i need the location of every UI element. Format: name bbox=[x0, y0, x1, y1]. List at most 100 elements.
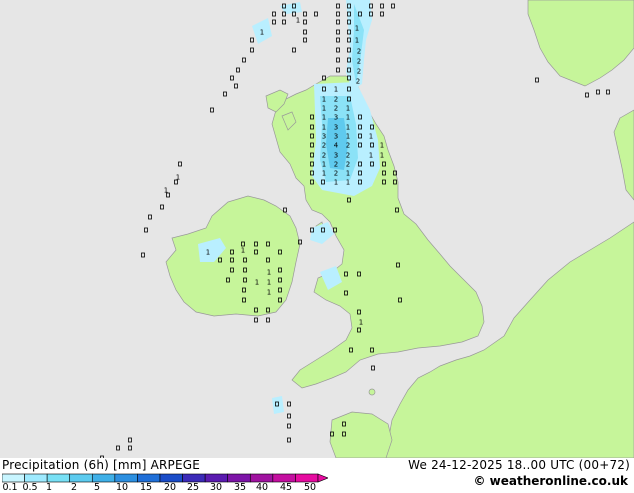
precip-value-label: 2 bbox=[346, 161, 350, 169]
precip-value-label: 1 bbox=[369, 133, 373, 141]
precip-value-label: 1 bbox=[380, 152, 384, 160]
precip-value-label: 2 bbox=[356, 78, 360, 86]
precip-value-label: 1 bbox=[322, 170, 326, 178]
precip-value-label: 2 bbox=[346, 142, 350, 150]
precip-value-label: 1 bbox=[322, 124, 326, 132]
station-marker bbox=[303, 11, 307, 17]
precip-value-label: 2 bbox=[334, 161, 338, 169]
precip-value-label: 1 bbox=[206, 249, 210, 257]
precip-value-label: 1 bbox=[334, 86, 338, 94]
station-marker bbox=[242, 57, 246, 63]
station-marker bbox=[391, 3, 395, 9]
map-area[interactable]: 1122221121211311313312422321221211111111… bbox=[0, 0, 634, 458]
station-marker bbox=[596, 89, 600, 95]
station-marker bbox=[606, 89, 610, 95]
land-great-britain bbox=[271, 75, 485, 389]
station-marker bbox=[210, 107, 214, 113]
precip-value-label: 3 bbox=[334, 152, 338, 160]
precip-value-label: 1 bbox=[322, 161, 326, 169]
legend-swatch bbox=[272, 473, 296, 483]
land-denmark bbox=[613, 109, 634, 201]
precip-value-label: 1 bbox=[359, 319, 363, 327]
precip-value-label: 2 bbox=[357, 58, 361, 66]
station-marker bbox=[148, 214, 152, 220]
station-marker bbox=[266, 317, 270, 323]
station-marker bbox=[336, 3, 340, 9]
station-marker bbox=[282, 19, 286, 25]
legend-tick-label: 40 bbox=[255, 482, 269, 493]
station-marker bbox=[234, 83, 238, 89]
station-marker bbox=[585, 92, 589, 98]
precip-value-label: 1 bbox=[346, 133, 350, 141]
land-brittany bbox=[329, 411, 393, 458]
precip-value-label: 2 bbox=[346, 152, 350, 160]
legend-labels: 0.1 0.5 1 2 5 10 15 20 25 30 35 40 45 50 bbox=[0, 482, 330, 493]
precip-value-label: 1 bbox=[355, 37, 359, 45]
legend-tick-label: 35 bbox=[233, 482, 247, 493]
precip-value-label: 2 bbox=[322, 142, 326, 150]
legend-swatch bbox=[114, 473, 138, 483]
precip-value-label: 1 bbox=[355, 25, 359, 33]
station-marker bbox=[336, 57, 340, 63]
precip-value-label: 1 bbox=[334, 179, 338, 187]
legend-tick-label: 30 bbox=[209, 482, 223, 493]
footer: Precipitation (6h) [mm] ARPEGE We 24-12-… bbox=[0, 458, 634, 493]
station-marker bbox=[380, 11, 384, 17]
station-marker bbox=[236, 67, 240, 73]
precip-value-label: 4 bbox=[334, 142, 339, 150]
legend-tick-label: 25 bbox=[186, 482, 200, 493]
precip-value-label: 2 bbox=[357, 48, 361, 56]
precip-value-label: 2 bbox=[357, 68, 361, 76]
precip-value-label: 1 bbox=[255, 279, 259, 287]
legend-tick-label: 5 bbox=[93, 482, 101, 493]
station-marker bbox=[303, 37, 307, 43]
precip-value-label: 1 bbox=[346, 114, 350, 122]
product-title: Precipitation (6h) [mm] ARPEGE bbox=[2, 458, 201, 472]
precip-value-label: 3 bbox=[334, 133, 338, 141]
precip-value-label: 3 bbox=[322, 133, 326, 141]
precip-value-label: 1 bbox=[176, 174, 180, 182]
legend-swatch bbox=[69, 473, 93, 483]
precip-value-label: 1 bbox=[296, 17, 300, 25]
station-marker bbox=[230, 75, 234, 81]
station-marker bbox=[116, 445, 120, 451]
legend-tick-label: 0.1 bbox=[2, 482, 18, 493]
precip-value-label: 1 bbox=[380, 142, 384, 150]
map-canvas[interactable]: 11222211 21 2 11 3 11 3 13 3 12 4 22 3 21 2 21 2 11 1111 11… bbox=[0, 0, 634, 458]
precip-value-label: 1 bbox=[164, 187, 168, 195]
precip-value-label: 1 bbox=[346, 124, 350, 132]
station-marker bbox=[336, 37, 340, 43]
land-norway bbox=[527, 0, 634, 87]
precip-value-label: 2 bbox=[322, 152, 326, 160]
precip-patch-irish-sea bbox=[310, 222, 334, 244]
station-marker bbox=[287, 423, 291, 429]
station-marker bbox=[535, 77, 539, 83]
precip-value-label: 1 bbox=[346, 179, 350, 187]
precip-value-label: 1 bbox=[346, 170, 350, 178]
precip-value-label: 1 bbox=[346, 105, 350, 113]
station-marker bbox=[380, 3, 384, 9]
precip-patch-biscay bbox=[272, 396, 284, 414]
station-marker bbox=[250, 47, 254, 53]
legend-swatch bbox=[2, 473, 25, 483]
station-marker bbox=[272, 11, 276, 17]
legend-tick-label: 1 bbox=[45, 482, 53, 493]
legend-tick-label: 2 bbox=[70, 482, 78, 493]
legend-tick-label: 50 bbox=[303, 482, 317, 493]
legend-swatch bbox=[295, 473, 319, 483]
station-marker bbox=[303, 29, 307, 35]
station-marker bbox=[314, 11, 318, 17]
precip-value-label: 1 bbox=[267, 289, 271, 297]
station-marker bbox=[128, 437, 132, 443]
credit-link[interactable]: © weatheronline.co.uk bbox=[473, 474, 628, 488]
legend-tick-label: 10 bbox=[115, 482, 129, 493]
station-marker bbox=[336, 19, 340, 25]
station-marker bbox=[336, 29, 340, 35]
precip-value-label: 1 bbox=[267, 279, 271, 287]
station-marker bbox=[303, 19, 307, 25]
legend-swatch bbox=[24, 473, 48, 483]
legend-arrow bbox=[317, 473, 328, 483]
precip-value-label: 3 bbox=[334, 124, 338, 132]
precip-value-label: 1 bbox=[260, 29, 264, 37]
legend-tick-label: 15 bbox=[139, 482, 153, 493]
